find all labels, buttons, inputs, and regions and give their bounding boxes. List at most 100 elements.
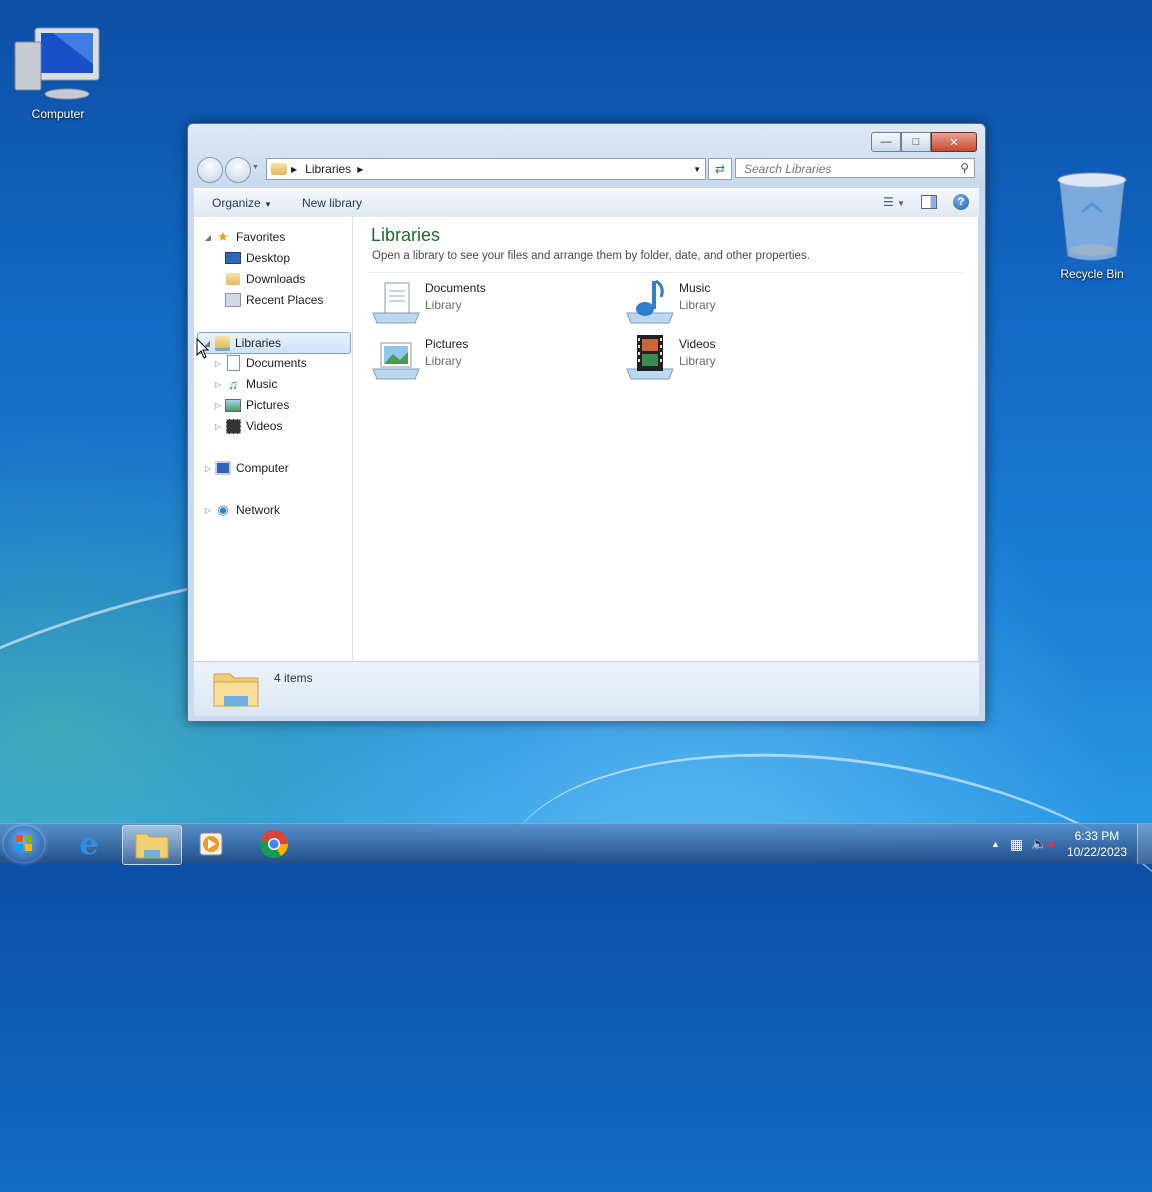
library-kind: Library (425, 354, 462, 368)
videos-icon (225, 418, 241, 434)
minimize-button[interactable]: — (871, 132, 901, 152)
expand-triangle-icon[interactable]: ▷ (213, 359, 223, 368)
taskbar-chrome[interactable] (245, 825, 303, 863)
explorer-window: — □ ✕ ▼ ▶ Libraries ▶ ▼ ⇄ ⚲ Organize ▼ N… (187, 123, 986, 722)
desktop-icon-label: Computer (31, 107, 85, 121)
recent-pages-dropdown-icon[interactable]: ▼ (252, 164, 259, 171)
tree-item-libraries[interactable]: ◢ Libraries (197, 332, 351, 354)
tree-label: Libraries (235, 336, 282, 350)
tree-item-documents[interactable]: ▷ Documents (213, 353, 307, 373)
search-icon[interactable]: ⚲ (960, 161, 969, 175)
clock-date: 10/22/2023 (1066, 845, 1127, 859)
explorer-folder-icon (135, 833, 169, 859)
media-player-icon (199, 832, 223, 856)
library-name: Videos (679, 337, 716, 351)
videos-library-icon (626, 335, 674, 380)
navigation-bar: ▼ ▶ Libraries ▶ ▼ ⇄ ⚲ (194, 156, 979, 183)
expand-triangle-icon[interactable]: ▷ (203, 464, 213, 473)
library-item-videos[interactable]: Videos Library (625, 335, 855, 381)
breadcrumb-libraries[interactable]: Libraries (305, 162, 351, 176)
documents-library-icon (372, 282, 420, 324)
tree-label: Recent Places (246, 293, 324, 307)
music-library-icon (626, 279, 674, 324)
libraries-icon (214, 335, 230, 351)
new-library-button[interactable]: New library (284, 196, 374, 210)
tree-item-recent-places[interactable]: Recent Places (225, 290, 323, 310)
tree-label: Music (246, 377, 278, 391)
start-button[interactable] (4, 826, 44, 862)
tree-label: Computer (236, 461, 289, 475)
change-view-button[interactable]: ☰ ▼ (883, 195, 905, 209)
clock[interactable]: 6:33 PM 10/22/2023 (1067, 828, 1127, 860)
help-icon[interactable]: ? (953, 194, 969, 210)
taskbar-internet-explorer[interactable]: e (60, 825, 118, 863)
network-icon: ◉ (217, 502, 229, 517)
library-item-documents[interactable]: Documents Library (371, 279, 601, 325)
desktop-icon-computer[interactable]: Computer (10, 24, 106, 121)
breadcrumb-arrow-icon[interactable]: ▶ (357, 165, 363, 174)
tree-item-pictures[interactable]: ▷ Pictures (213, 395, 289, 415)
star-icon: ★ (217, 229, 229, 244)
chevron-down-icon: ▼ (897, 199, 905, 208)
libraries-folder-icon (213, 673, 259, 707)
documents-icon (225, 355, 241, 371)
page-title: Libraries (371, 225, 441, 245)
volume-muted-icon[interactable]: 🔈✖ (1031, 836, 1055, 852)
address-dropdown-icon[interactable]: ▼ (693, 165, 701, 174)
tree-item-downloads[interactable]: Downloads (225, 269, 305, 289)
navigation-pane: ◢ ★ Favorites Desktop Downloads Recent P… (194, 217, 353, 661)
preview-pane-button[interactable] (921, 195, 937, 209)
address-bar[interactable]: ▶ Libraries ▶ ▼ (266, 158, 706, 180)
desktop-icon (225, 250, 241, 266)
tree-label: Videos (246, 419, 283, 433)
close-button[interactable]: ✕ (931, 132, 977, 152)
desktop-icon-recycle-bin[interactable]: Recycle Bin (1044, 170, 1140, 281)
show-desktop-button[interactable] (1137, 824, 1152, 864)
show-hidden-icons-icon[interactable]: ▲ (991, 839, 1000, 849)
forward-button[interactable] (225, 157, 251, 183)
tree-item-desktop[interactable]: Desktop (225, 248, 290, 268)
taskbar-media-player[interactable] (182, 825, 240, 863)
computer-icon (14, 27, 100, 100)
library-name: Documents (425, 281, 486, 295)
pictures-icon (225, 397, 241, 413)
tree-item-favorites[interactable]: ◢ ★ Favorites (203, 227, 285, 247)
tree-item-computer[interactable]: ▷ Computer (203, 458, 289, 478)
refresh-button[interactable]: ⇄ (708, 158, 732, 180)
expand-triangle-icon[interactable]: ▷ (213, 380, 223, 389)
library-name: Music (679, 281, 711, 295)
network-status-icon[interactable]: ▦ (1010, 836, 1023, 853)
search-box[interactable]: ⚲ (735, 158, 975, 178)
library-item-pictures[interactable]: Pictures Library (371, 335, 601, 381)
tree-label: Desktop (246, 251, 291, 265)
breadcrumb-arrow-icon[interactable]: ▶ (291, 165, 297, 174)
tree-item-videos[interactable]: ▷ Videos (213, 416, 282, 436)
taskbar-windows-explorer[interactable] (122, 825, 182, 865)
maximize-button[interactable]: □ (901, 132, 931, 152)
expand-triangle-icon[interactable]: ▷ (213, 401, 223, 410)
desktop-icon-label: Recycle Bin (1060, 267, 1124, 281)
recent-places-icon (225, 292, 241, 308)
windows-logo-icon (16, 835, 32, 851)
organize-label: Organize (212, 196, 261, 210)
expand-triangle-icon[interactable]: ▷ (203, 506, 213, 515)
tree-item-network[interactable]: ▷ ◉ Network (203, 500, 280, 520)
tree-item-music[interactable]: ▷ ♫ Music (213, 374, 277, 394)
library-item-music[interactable]: Music Library (625, 279, 855, 325)
search-input[interactable] (742, 160, 956, 178)
item-count: 4 items (274, 671, 313, 685)
tree-label: Network (236, 503, 281, 517)
content-pane: Libraries Open a library to see your fil… (353, 217, 978, 661)
computer-icon (215, 460, 231, 476)
page-subtitle: Open a library to see your files and arr… (372, 250, 810, 262)
expand-triangle-icon[interactable]: ▷ (213, 422, 223, 431)
collapse-triangle-icon[interactable]: ◢ (203, 233, 213, 242)
library-kind: Library (679, 298, 716, 312)
clock-time: 6:33 PM (1074, 829, 1120, 843)
organize-menu[interactable]: Organize ▼ (194, 196, 284, 210)
details-pane: 4 items (194, 661, 979, 716)
caption-buttons: — □ ✕ (871, 132, 977, 152)
back-button[interactable] (197, 157, 223, 183)
recycle-bin-icon (1057, 172, 1127, 261)
library-kind: Library (679, 354, 716, 368)
